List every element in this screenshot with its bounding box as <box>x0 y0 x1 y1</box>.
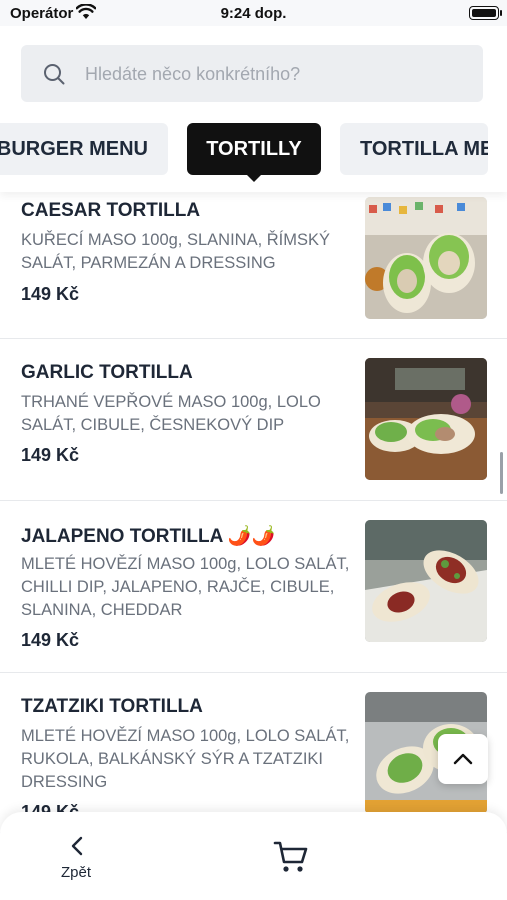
search-icon <box>44 64 65 85</box>
item-title: CAESAR TORTILLA <box>21 200 201 221</box>
list-item[interactable]: GARLIC TORTILLA TRHANÉ VEPŘOVÉ MASO 100g… <box>0 339 507 501</box>
item-price: 149 Kč <box>21 284 80 304</box>
back-button[interactable]: Zpět <box>52 834 104 884</box>
item-image <box>365 197 487 319</box>
item-price: 149 Kč <box>21 445 80 465</box>
item-description: MLETÉ HOVĚZÍ MASO 100g, LOLO SALÁT, CHIL… <box>21 555 350 619</box>
list-item[interactable]: CAESAR TORTILLA KUŘECÍ MASO 100g, SLANIN… <box>0 192 507 339</box>
chevron-up-icon <box>453 753 473 765</box>
back-label: Zpět <box>61 864 92 881</box>
item-description: MLETÉ HOVĚZÍ MASO 100g, LOLO SALÁT, RUKO… <box>21 727 350 791</box>
item-description: TRHANÉ VEPŘOVÉ MASO 100g, LOLO SALÁT, CI… <box>21 393 321 434</box>
status-time: 9:24 dop. <box>220 5 287 22</box>
app-screen: Operátor 9:24 dop. Hledáte něco konkrétn… <box>0 0 507 900</box>
cart-button[interactable] <box>273 840 313 880</box>
bottom-bar: Zpět <box>0 812 507 900</box>
item-title: GARLIC TORTILLA <box>21 362 193 383</box>
search-placeholder: Hledáte něco konkrétního? <box>85 64 301 84</box>
product-list: CAESAR TORTILLA KUŘECÍ MASO 100g, SLANIN… <box>0 192 507 833</box>
battery-icon <box>469 6 499 20</box>
category-tabs: BURGER MENU TORTILLY TORTILLA MENU <box>0 123 507 182</box>
tab-tortilly[interactable]: TORTILLY <box>187 123 321 182</box>
tab-burger-menu[interactable]: BURGER MENU <box>0 123 168 175</box>
cart-icon <box>273 841 308 872</box>
item-title: JALAPENO TORTILLA 🌶️🌶️ <box>21 526 276 547</box>
list-item[interactable]: JALAPENO TORTILLA 🌶️🌶️ MLETÉ HOVĚZÍ MASO… <box>0 501 507 673</box>
scrollbar[interactable] <box>500 452 503 494</box>
search-input[interactable]: Hledáte něco konkrétního? <box>21 45 483 102</box>
item-description: KUŘECÍ MASO 100g, SLANINA, ŘÍMSKÝ SALÁT,… <box>21 231 331 272</box>
tab-tortilla-menu[interactable]: TORTILLA MENU <box>340 123 488 175</box>
item-price: 149 Kč <box>21 630 80 650</box>
battery-tip <box>500 10 502 16</box>
item-image <box>365 520 487 642</box>
status-bar: Operátor 9:24 dop. <box>0 0 507 26</box>
chevron-left-icon <box>71 836 83 856</box>
scroll-to-top-button[interactable] <box>438 734 488 784</box>
item-title: TZATZIKI TORTILLA <box>21 696 203 717</box>
item-image <box>365 358 487 480</box>
header: Hledáte něco konkrétního? BURGER MENU TO… <box>0 26 507 192</box>
list-item[interactable]: TZATZIKI TORTILLA MLETÉ HOVĚZÍ MASO 100g… <box>0 673 507 833</box>
